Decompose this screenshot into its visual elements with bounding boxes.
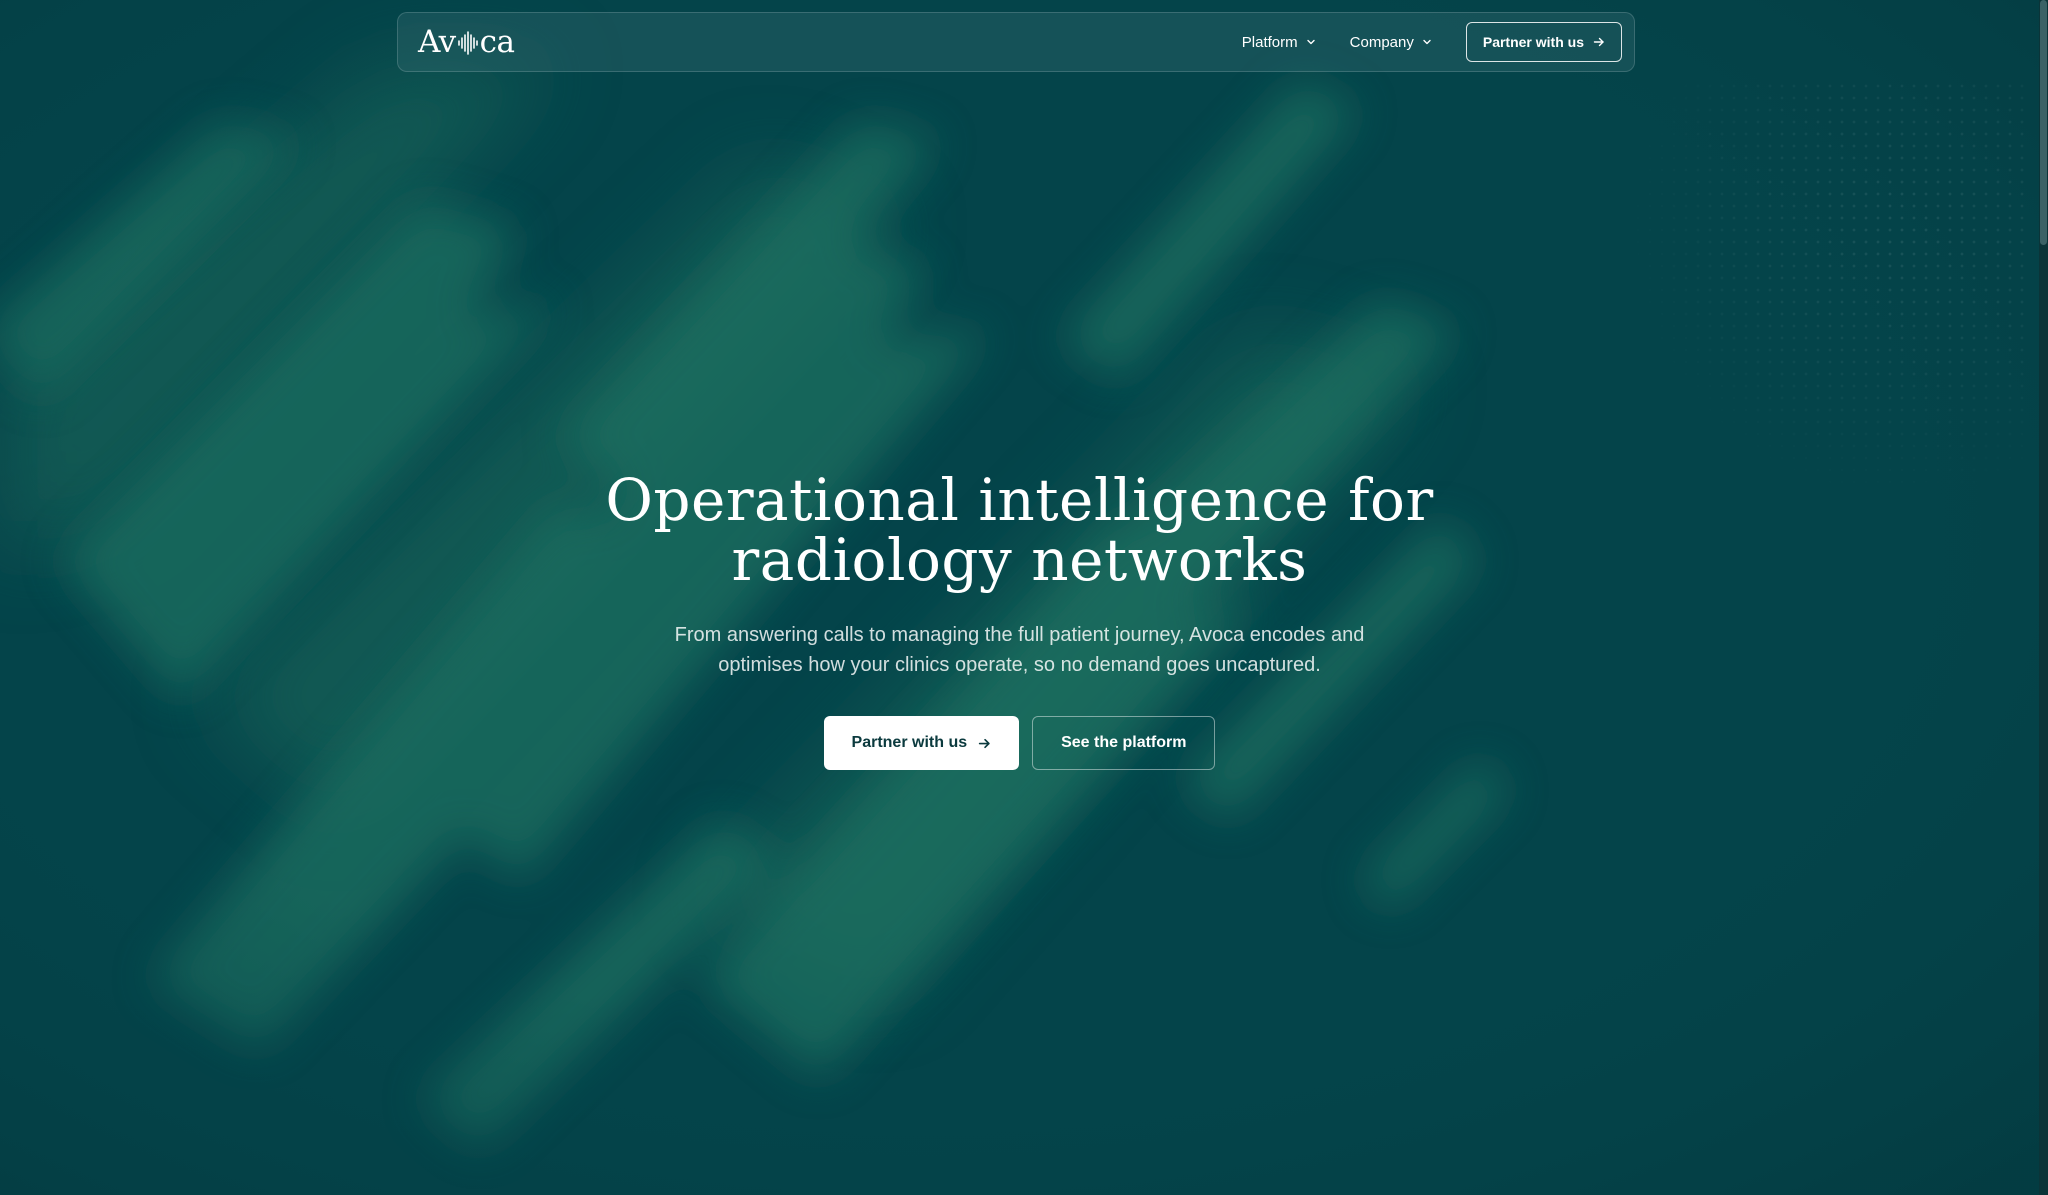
nav-menu: Platform Company Partner with us: [1242, 22, 1622, 62]
nav-partner-button[interactable]: Partner with us: [1465, 22, 1622, 62]
arrow-right-icon: [978, 738, 990, 748]
nav-item-company[interactable]: Company: [1350, 34, 1432, 51]
top-navbar: Av ca Platform Company Partner with us: [397, 12, 1635, 72]
hero-title-line-2: radiology networks: [731, 526, 1308, 594]
chevron-down-icon: [1423, 39, 1431, 45]
nav-item-platform[interactable]: Platform: [1242, 34, 1316, 51]
nav-item-label: Company: [1349, 33, 1414, 51]
partner-with-us-button[interactable]: Partner with us: [823, 716, 1020, 770]
nav-partner-label: Partner with us: [1482, 34, 1584, 50]
chevron-down-icon: [1306, 39, 1315, 45]
hero-buttons: Partner with us See the platform: [0, 716, 2039, 770]
page-scrollbar[interactable]: [2039, 0, 2048, 1195]
nav-item-label: Platform: [1241, 33, 1298, 51]
scrollbar-thumb[interactable]: [2040, 0, 2047, 245]
partner-with-us-label: Partner with us: [851, 734, 968, 751]
logo-text-right: ca: [479, 23, 515, 60]
arrow-right-icon: [1593, 37, 1604, 47]
waveform-icon: [457, 31, 478, 55]
hero-section: Operational intelligence for radiology n…: [0, 470, 2039, 770]
hero-title-line-1: Operational intelligence for: [605, 466, 1434, 534]
hero-subtitle: From answering calls to managing the ful…: [674, 624, 1365, 676]
dot-grid-pattern: [1608, 80, 2028, 500]
see-the-platform-button[interactable]: See the platform: [1032, 716, 1216, 770]
logo-text-left: Av: [418, 23, 456, 60]
see-the-platform-label: See the platform: [1061, 734, 1187, 751]
avoca-logo[interactable]: Av ca: [418, 23, 515, 60]
hero-title: Operational intelligence for radiology n…: [0, 470, 2039, 590]
